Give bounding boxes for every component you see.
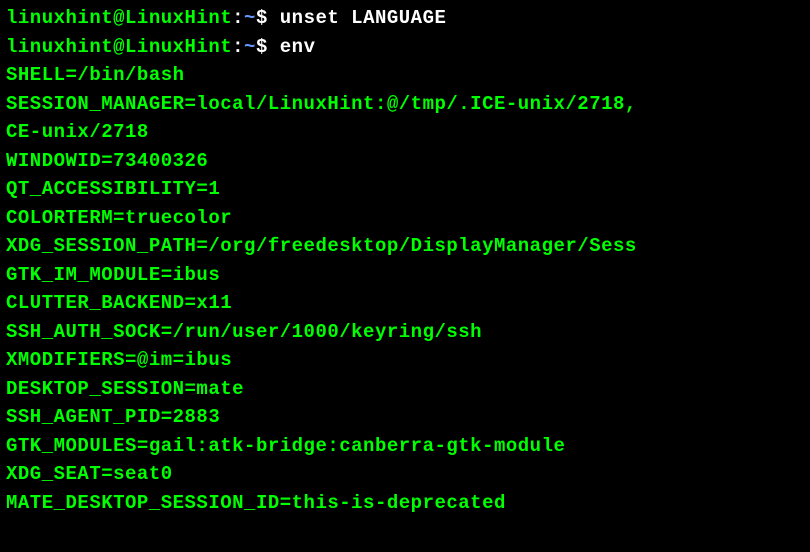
env-output-line: SESSION_MANAGER=local/LinuxHint:@/tmp/.I…	[6, 90, 804, 119]
env-output-line: XMODIFIERS=@im=ibus	[6, 346, 804, 375]
prompt-path: ~	[244, 36, 256, 58]
command-line-1: linuxhint@LinuxHint:~$ unset LANGUAGE	[6, 4, 804, 33]
env-output-line: XDG_SESSION_PATH=/org/freedesktop/Displa…	[6, 232, 804, 261]
env-output-line: CE-unix/2718	[6, 118, 804, 147]
env-output-line: SHELL=/bin/bash	[6, 61, 804, 90]
terminal-output[interactable]: linuxhint@LinuxHint:~$ unset LANGUAGE li…	[6, 4, 804, 517]
env-output-line: DESKTOP_SESSION=mate	[6, 375, 804, 404]
command-text: unset LANGUAGE	[268, 7, 447, 29]
env-output-line: COLORTERM=truecolor	[6, 204, 804, 233]
prompt-colon: :	[232, 7, 244, 29]
env-output-line: GTK_IM_MODULE=ibus	[6, 261, 804, 290]
prompt-dollar: $	[256, 36, 268, 58]
prompt-user-host: linuxhint@LinuxHint	[6, 7, 232, 29]
env-output-line: MATE_DESKTOP_SESSION_ID=this-is-deprecat…	[6, 489, 804, 518]
env-output-line: QT_ACCESSIBILITY=1	[6, 175, 804, 204]
prompt-user-host: linuxhint@LinuxHint	[6, 36, 232, 58]
env-output-line: GTK_MODULES=gail:atk-bridge:canberra-gtk…	[6, 432, 804, 461]
command-text: env	[268, 36, 316, 58]
command-line-2: linuxhint@LinuxHint:~$ env	[6, 33, 804, 62]
env-output-line: WINDOWID=73400326	[6, 147, 804, 176]
env-output-line: XDG_SEAT=seat0	[6, 460, 804, 489]
prompt-path: ~	[244, 7, 256, 29]
env-output-line: CLUTTER_BACKEND=x11	[6, 289, 804, 318]
prompt-dollar: $	[256, 7, 268, 29]
env-output-line: SSH_AGENT_PID=2883	[6, 403, 804, 432]
env-output-line: SSH_AUTH_SOCK=/run/user/1000/keyring/ssh	[6, 318, 804, 347]
prompt-colon: :	[232, 36, 244, 58]
